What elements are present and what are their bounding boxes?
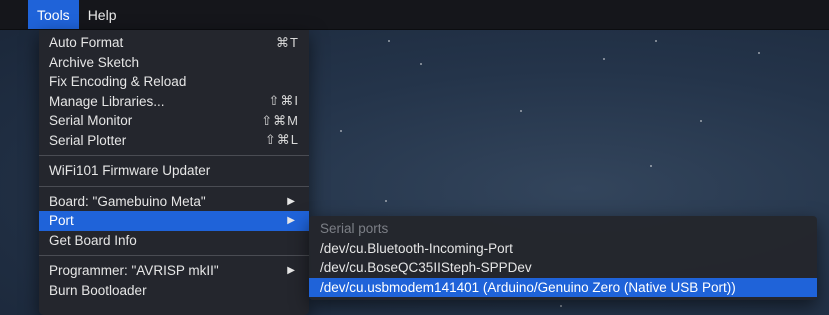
menu-item-label: Burn Bootloader [49,282,147,298]
submenu-header-serial-ports: Serial ports [309,219,817,239]
menu-item-label: Archive Sketch [49,54,140,70]
menu-item-label: Fix Encoding & Reload [49,74,187,90]
menu-separator [39,155,309,156]
port-item-boseqc35[interactable]: /dev/cu.BoseQC35IISteph-SPPDev [309,258,817,278]
menu-bar: Tools Help [0,0,829,30]
menu-item-manage-libraries[interactable]: Manage Libraries... ⇧⌘I [39,92,309,112]
shortcut-label: ⇧⌘M [261,112,299,128]
menu-item-board[interactable]: Board: "Gamebuino Meta" ▶ [39,192,309,212]
menu-item-label: Serial Monitor [49,113,133,129]
submenu-arrow-icon: ▶ [287,195,295,207]
menu-item-wifi101-updater[interactable]: WiFi101 Firmware Updater [39,161,309,181]
menu-item-label: Manage Libraries... [49,93,165,109]
menu-item-label: Port [49,213,74,229]
menu-separator [39,185,309,187]
menu-item-label: Get Board Info [49,232,137,248]
menu-help[interactable]: Help [79,0,126,29]
menu-item-burn-bootloader[interactable]: Burn Bootloader [39,281,309,301]
menu-item-auto-format[interactable]: Auto Format ⌘T [39,33,309,53]
submenu-arrow-icon: ▶ [287,265,295,277]
menu-item-label: WiFi101 Firmware Updater [49,163,211,179]
menu-item-port[interactable]: Port ▶ [39,211,309,231]
shortcut-label: ⇧⌘I [268,93,299,109]
menu-item-serial-plotter[interactable]: Serial Plotter ⇧⌘L [39,131,309,151]
menu-item-serial-monitor[interactable]: Serial Monitor ⇧⌘M [39,111,309,131]
menu-tools[interactable]: Tools [28,0,79,29]
menu-item-fix-encoding[interactable]: Fix Encoding & Reload [39,72,309,92]
port-item-label: /dev/cu.Bluetooth-Incoming-Port [320,240,513,256]
menu-item-label: Programmer: "AVRISP mkII" [49,263,219,279]
shortcut-label: ⌘T [276,34,299,50]
port-item-label: /dev/cu.BoseQC35IISteph-SPPDev [320,260,532,276]
menu-item-programmer[interactable]: Programmer: "AVRISP mkII" ▶ [39,261,309,281]
submenu-arrow-icon: ▶ [287,215,295,227]
menu-item-label: Auto Format [49,35,124,51]
menu-separator [39,255,309,256]
tools-menu: Auto Format ⌘T Archive Sketch Fix Encodi… [39,30,309,315]
port-submenu: Serial ports /dev/cu.Bluetooth-Incoming-… [309,216,817,300]
menu-item-archive-sketch[interactable]: Archive Sketch [39,53,309,73]
menu-item-get-board-info[interactable]: Get Board Info [39,231,309,251]
menu-item-label: Board: "Gamebuino Meta" [49,193,206,209]
port-item-bluetooth-incoming[interactable]: /dev/cu.Bluetooth-Incoming-Port [309,239,817,259]
port-item-label: /dev/cu.usbmodem141401 (Arduino/Genuino … [320,279,736,295]
shortcut-label: ⇧⌘L [264,132,299,148]
submenu-header-label: Serial ports [320,221,389,237]
port-item-usbmodem[interactable]: /dev/cu.usbmodem141401 (Arduino/Genuino … [309,277,817,297]
menu-item-label: Serial Plotter [49,132,127,148]
